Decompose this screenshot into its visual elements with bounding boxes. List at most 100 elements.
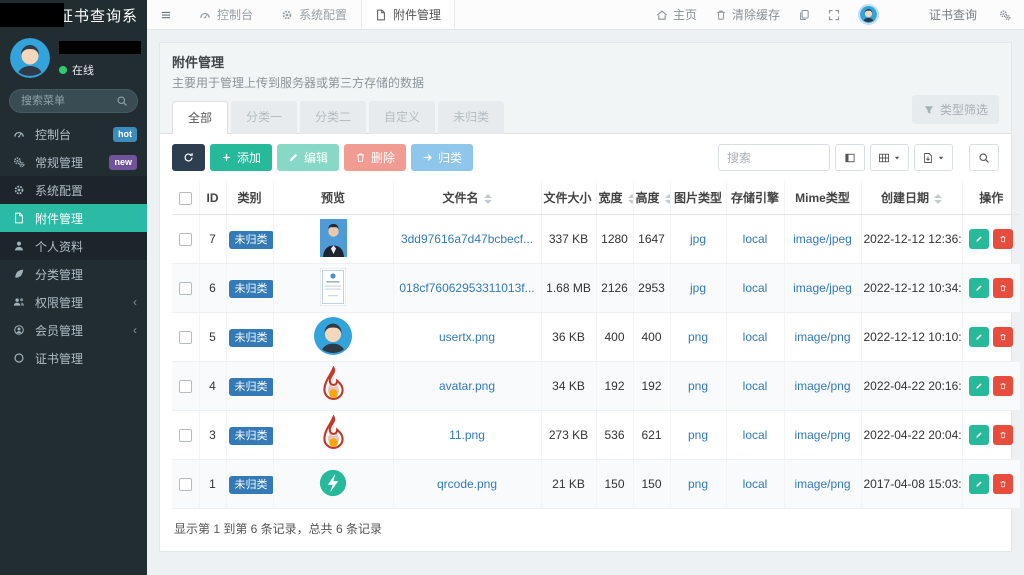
fullscreen-button[interactable] bbox=[819, 9, 849, 21]
row-edit-button[interactable] bbox=[969, 327, 989, 347]
panel-heading: 附件管理 主要用于管理上传到服务器或第三方存储的数据 全部分类一分类二自定义未归… bbox=[160, 43, 1011, 134]
image-type-link[interactable]: png bbox=[688, 379, 708, 393]
pagination-summary: 显示第 1 到第 6 条记录，总共 6 条记录 bbox=[172, 509, 999, 539]
mime-type-link[interactable]: image/png bbox=[794, 379, 850, 393]
sidebar-item-个人资料[interactable]: 个人资料 bbox=[0, 232, 147, 260]
mime-type-link[interactable]: image/jpeg bbox=[793, 281, 852, 295]
category-tab-全部[interactable]: 全部 bbox=[172, 101, 228, 134]
row-checkbox[interactable] bbox=[179, 429, 192, 442]
sidebar-item-会员管理[interactable]: 会员管理‹ bbox=[0, 316, 147, 344]
delete-button[interactable]: 删除 bbox=[344, 144, 406, 171]
columns-dropdown-button[interactable] bbox=[870, 144, 909, 171]
sidebar-item-控制台[interactable]: 控制台hot bbox=[0, 120, 147, 148]
storage-engine-link[interactable]: local bbox=[743, 232, 768, 246]
table-search-input[interactable] bbox=[718, 144, 830, 171]
row-delete-button[interactable] bbox=[993, 327, 1013, 347]
current-user-menu[interactable]: 证书查询 bbox=[920, 6, 986, 23]
category-tab-未归类[interactable]: 未归类 bbox=[438, 101, 504, 134]
avatar-preview[interactable] bbox=[314, 317, 352, 355]
filename-link[interactable]: usertx.png bbox=[439, 330, 495, 344]
flame-preview[interactable] bbox=[317, 415, 350, 452]
id-photo-preview[interactable] bbox=[320, 219, 347, 257]
row-edit-button[interactable] bbox=[969, 278, 989, 298]
mime-type-link[interactable]: image/png bbox=[794, 428, 850, 442]
search-button[interactable] bbox=[969, 144, 999, 171]
user-avatar[interactable] bbox=[10, 38, 50, 78]
column-header-文件名[interactable]: 文件名 bbox=[393, 181, 541, 215]
sidebar-item-常规管理[interactable]: 常规管理new bbox=[0, 148, 147, 176]
home-link[interactable]: 主页 bbox=[647, 6, 706, 23]
sidebar-item-附件管理[interactable]: 附件管理 bbox=[0, 204, 147, 232]
toggle-view-button[interactable] bbox=[835, 144, 865, 171]
row-checkbox[interactable] bbox=[179, 233, 192, 246]
cell-width: 1280 bbox=[601, 232, 628, 246]
row-delete-button[interactable] bbox=[993, 229, 1013, 249]
row-checkbox[interactable] bbox=[179, 380, 192, 393]
storage-engine-link[interactable]: local bbox=[743, 379, 768, 393]
row-delete-button[interactable] bbox=[993, 376, 1013, 396]
filename-link[interactable]: avatar.png bbox=[439, 379, 495, 393]
image-type-link[interactable]: jpg bbox=[690, 281, 706, 295]
topnav-tab-附件管理[interactable]: 附件管理 bbox=[361, 0, 455, 29]
type-filter-button[interactable]: 类型筛选 bbox=[912, 95, 999, 124]
filename-link[interactable]: 3dd97616a7d47bcbecf... bbox=[401, 232, 533, 246]
row-checkbox[interactable] bbox=[179, 478, 192, 491]
mime-type-link[interactable]: image/png bbox=[794, 477, 850, 491]
sidebar-item-证书管理[interactable]: 证书管理 bbox=[0, 344, 147, 372]
filename-link[interactable]: 018cf76062953311013f... bbox=[399, 281, 534, 295]
classify-button[interactable]: 归类 bbox=[411, 144, 473, 171]
storage-engine-link[interactable]: local bbox=[743, 477, 768, 491]
sidebar-toggle-button[interactable] bbox=[147, 0, 185, 29]
row-checkbox[interactable] bbox=[179, 331, 192, 344]
storage-engine-link[interactable]: local bbox=[743, 281, 768, 295]
multi-tab-button[interactable] bbox=[789, 9, 819, 21]
search-icon[interactable] bbox=[116, 95, 128, 107]
image-type-link[interactable]: png bbox=[688, 428, 708, 442]
topnav-tab-系统配置[interactable]: 系统配置 bbox=[267, 0, 361, 29]
cell-created-date: 2022-12-12 10:34:14 bbox=[861, 264, 962, 313]
flame-preview[interactable] bbox=[317, 366, 350, 403]
settings-menu-button[interactable] bbox=[986, 9, 1024, 21]
bolt-preview[interactable] bbox=[318, 468, 348, 498]
category-tab-分类二[interactable]: 分类二 bbox=[300, 101, 366, 134]
category-tab-自定义[interactable]: 自定义 bbox=[369, 101, 435, 134]
edit-button[interactable]: 编辑 bbox=[277, 144, 339, 171]
sidebar-item-权限管理[interactable]: 权限管理‹ bbox=[0, 288, 147, 316]
row-delete-button[interactable] bbox=[993, 474, 1013, 494]
select-all-checkbox[interactable] bbox=[179, 192, 192, 205]
menu-search-input[interactable] bbox=[19, 94, 110, 108]
row-edit-button[interactable] bbox=[969, 425, 989, 445]
filename-link[interactable]: 11.png bbox=[449, 428, 485, 442]
row-edit-button[interactable] bbox=[969, 376, 989, 396]
cell-height: 400 bbox=[641, 330, 661, 344]
topnav-tab-控制台[interactable]: 控制台 bbox=[185, 0, 267, 29]
column-header-高度[interactable]: 高度 bbox=[633, 181, 670, 215]
category-tab-分类一[interactable]: 分类一 bbox=[231, 101, 297, 134]
mime-type-link[interactable]: image/jpeg bbox=[793, 232, 852, 246]
column-header-文件大小[interactable]: 文件大小 bbox=[541, 181, 596, 215]
row-edit-button[interactable] bbox=[969, 229, 989, 249]
sidebar-item-分类管理[interactable]: 分类管理 bbox=[0, 260, 147, 288]
image-type-link[interactable]: png bbox=[688, 330, 708, 344]
image-type-link[interactable]: png bbox=[688, 477, 708, 491]
app-logo[interactable]: 证书查询系 bbox=[0, 0, 147, 30]
filename-link[interactable]: qrcode.png bbox=[437, 477, 497, 491]
column-header-创建日期[interactable]: 创建日期 bbox=[861, 181, 962, 215]
mime-type-link[interactable]: image/png bbox=[794, 330, 850, 344]
storage-engine-link[interactable]: local bbox=[743, 428, 768, 442]
storage-engine-link[interactable]: local bbox=[743, 330, 768, 344]
export-dropdown-button[interactable] bbox=[914, 144, 953, 171]
row-checkbox[interactable] bbox=[179, 282, 192, 295]
row-edit-button[interactable] bbox=[969, 474, 989, 494]
column-header-宽度[interactable]: 宽度 bbox=[596, 181, 633, 215]
add-button[interactable]: 添加 bbox=[210, 144, 272, 171]
cell-id: 3 bbox=[209, 428, 216, 442]
row-delete-button[interactable] bbox=[993, 425, 1013, 445]
certificate-preview[interactable] bbox=[320, 268, 346, 306]
navbar-avatar-button[interactable] bbox=[849, 4, 888, 25]
image-type-link[interactable]: jpg bbox=[690, 232, 706, 246]
clear-cache-button[interactable]: 清除缓存 bbox=[706, 6, 789, 23]
refresh-button[interactable] bbox=[172, 144, 205, 171]
sidebar-item-系统配置[interactable]: 系统配置 bbox=[0, 176, 147, 204]
row-delete-button[interactable] bbox=[993, 278, 1013, 298]
